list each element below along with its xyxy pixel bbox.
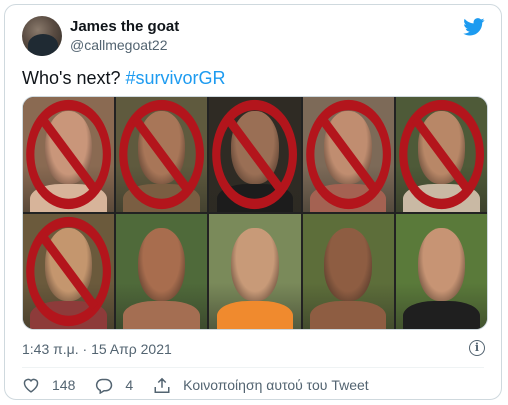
heart-icon bbox=[23, 378, 39, 393]
reply-button[interactable]: 4 bbox=[95, 377, 133, 394]
tweet-body: Who's next? bbox=[22, 68, 121, 88]
handle[interactable]: @callmegoat22 bbox=[70, 37, 168, 53]
contestant-photo bbox=[395, 214, 487, 329]
face bbox=[417, 227, 466, 302]
contestant-photo bbox=[209, 97, 301, 212]
contestant-photo bbox=[116, 97, 208, 212]
display-name[interactable]: James the goat bbox=[70, 18, 179, 35]
contestant-photo bbox=[302, 214, 394, 329]
timestamp[interactable]: 1:43 π.μ. · 15 Απρ 2021 bbox=[22, 341, 172, 357]
contestant-photo bbox=[116, 214, 208, 329]
torso bbox=[123, 301, 201, 329]
prohibited-icon bbox=[26, 216, 111, 327]
face bbox=[231, 227, 279, 302]
prohibited-icon bbox=[305, 99, 391, 210]
reply-count: 4 bbox=[125, 377, 134, 393]
contestant-photo bbox=[23, 214, 115, 329]
prohibited-icon bbox=[26, 99, 111, 210]
share-icon bbox=[154, 377, 170, 393]
prohibited-icon bbox=[212, 99, 298, 210]
like-count: 148 bbox=[52, 377, 76, 393]
media-collage[interactable] bbox=[22, 96, 488, 330]
divider bbox=[22, 367, 484, 368]
contestant-photo bbox=[302, 97, 394, 212]
contestant-photo bbox=[209, 214, 301, 329]
torso bbox=[403, 301, 480, 329]
share-label: Κοινοποίηση αυτού του Tweet bbox=[183, 377, 369, 393]
info-icon[interactable]: i bbox=[469, 340, 485, 356]
share-button[interactable]: Κοινοποίηση αυτού του Tweet bbox=[153, 377, 369, 394]
face bbox=[324, 227, 372, 302]
tweet-card[interactable]: James the goat @callmegoat22 Who's next?… bbox=[4, 4, 502, 400]
contestant-photo bbox=[23, 97, 115, 212]
twitter-bird-icon[interactable] bbox=[463, 18, 485, 36]
torso bbox=[216, 301, 294, 329]
action-bar: 148 4 Κοινοποίηση αυτού του Tweet bbox=[22, 375, 389, 395]
contestant-photo bbox=[395, 97, 487, 212]
reply-icon bbox=[96, 378, 113, 394]
hashtag-link[interactable]: #survivorGR bbox=[126, 68, 226, 88]
prohibited-icon bbox=[119, 99, 205, 210]
like-button[interactable]: 148 bbox=[22, 377, 75, 393]
avatar[interactable] bbox=[22, 16, 62, 56]
prohibited-icon bbox=[398, 99, 484, 210]
face bbox=[138, 227, 186, 302]
tweet-text: Who's next? #survivorGR bbox=[22, 68, 226, 89]
torso bbox=[309, 301, 387, 329]
